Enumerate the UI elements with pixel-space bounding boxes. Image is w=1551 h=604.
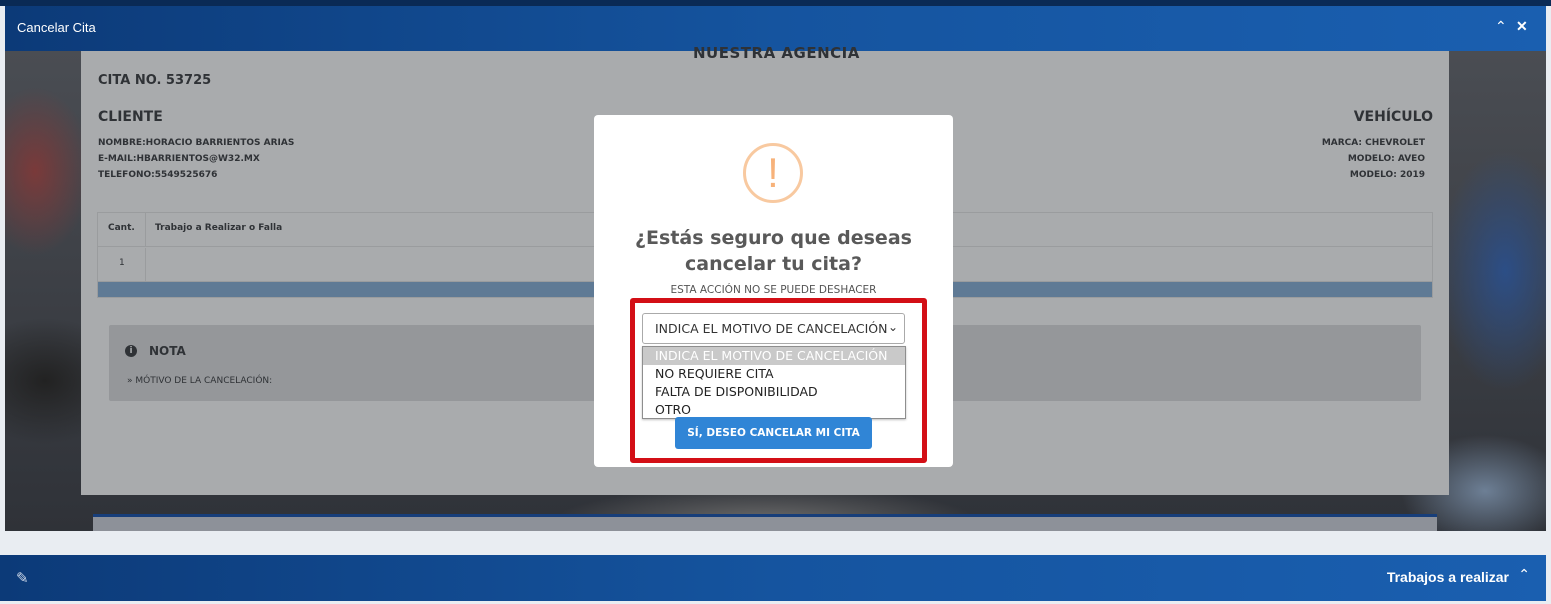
vehicle-brand: MARCA: CHEVROLET [1321, 138, 1425, 148]
vehicle-year: MODELO: 2019 [1349, 170, 1425, 180]
agency-title: NUESTRA AGENCIA [693, 44, 860, 62]
vehicle-details: MARCA: CHEVROLET MODELO: AVEO MODELO: 20… [1322, 135, 1425, 183]
note-title: NOTA [149, 344, 186, 358]
close-icon[interactable]: ✕ [1516, 18, 1528, 35]
option-no-requiere-cita[interactable]: NO REQUIERE CITA [643, 365, 905, 383]
cancel-reason-select[interactable]: INDICA EL MOTIVO DE CANCELACIÓN ⌄ [642, 313, 905, 344]
option-falta-disponibilidad[interactable]: FALTA DE DISPONIBILIDAD [643, 383, 905, 401]
option-placeholder[interactable]: INDICA EL MOTIVO DE CANCELACIÓN [643, 347, 905, 365]
row-quantity: 1 [119, 258, 125, 268]
chevron-down-icon: ⌄ [887, 320, 898, 334]
cancel-reason-options: INDICA EL MOTIVO DE CANCELACIÓN NO REQUI… [642, 346, 906, 419]
vehicle-heading: VEHÍCULO [1353, 109, 1433, 125]
column-header-work: Trabajo a Realizar o Falla [155, 223, 283, 233]
confirm-dialog: ! ¿Estás seguro que deseas cancelar tu c… [594, 115, 953, 467]
document-bottom-bar [93, 514, 1437, 531]
confirm-cancel-button[interactable]: SÍ, DESEO CANCELAR MI CITA [675, 417, 872, 449]
client-phone: TELEFONO:5549525676 [98, 170, 218, 180]
select-value: INDICA EL MOTIVO DE CANCELACIÓN [655, 321, 888, 336]
dialog-question: ¿Estás seguro que deseas cancelar tu cit… [594, 225, 953, 277]
client-name: NOMBRE:HORACIO BARRIENTOS ARIAS [98, 138, 295, 148]
chevron-up-icon[interactable]: ⌃ [1518, 567, 1530, 583]
client-email: E-MAIL:HBARRIENTOS@W32.MX [98, 154, 260, 164]
appointment-number: CITA NO. 53725 [98, 73, 212, 88]
column-header-quantity: Cant. [108, 223, 135, 233]
vehicle-model: MODELO: AVEO [1347, 154, 1425, 164]
panel-title: Cancelar Cita [17, 20, 96, 35]
dialog-question-line2: cancelar tu cita? [684, 253, 862, 275]
client-details: NOMBRE:HORACIO BARRIENTOS ARIAS E-MAIL:H… [98, 135, 294, 183]
works-bar-label: Trabajos a realizar [1386, 569, 1509, 585]
works-bar[interactable]: ✎ Trabajos a realizar ⌃ [0, 555, 1546, 601]
wrench-icon: ✎ [16, 569, 29, 587]
dialog-subtitle: ESTA ACCIÓN NO SE PUEDE DESHACER [670, 284, 877, 296]
chevron-up-icon[interactable]: ⌃ [1495, 18, 1507, 35]
exclamation-icon: ! [743, 143, 803, 203]
info-icon: i [125, 345, 137, 357]
dialog-question-line1: ¿Estás seguro que deseas [635, 227, 912, 249]
note-text: » MÓTIVO DE LA CANCELACIÓN: [127, 376, 273, 386]
client-heading: CLIENTE [98, 109, 163, 125]
